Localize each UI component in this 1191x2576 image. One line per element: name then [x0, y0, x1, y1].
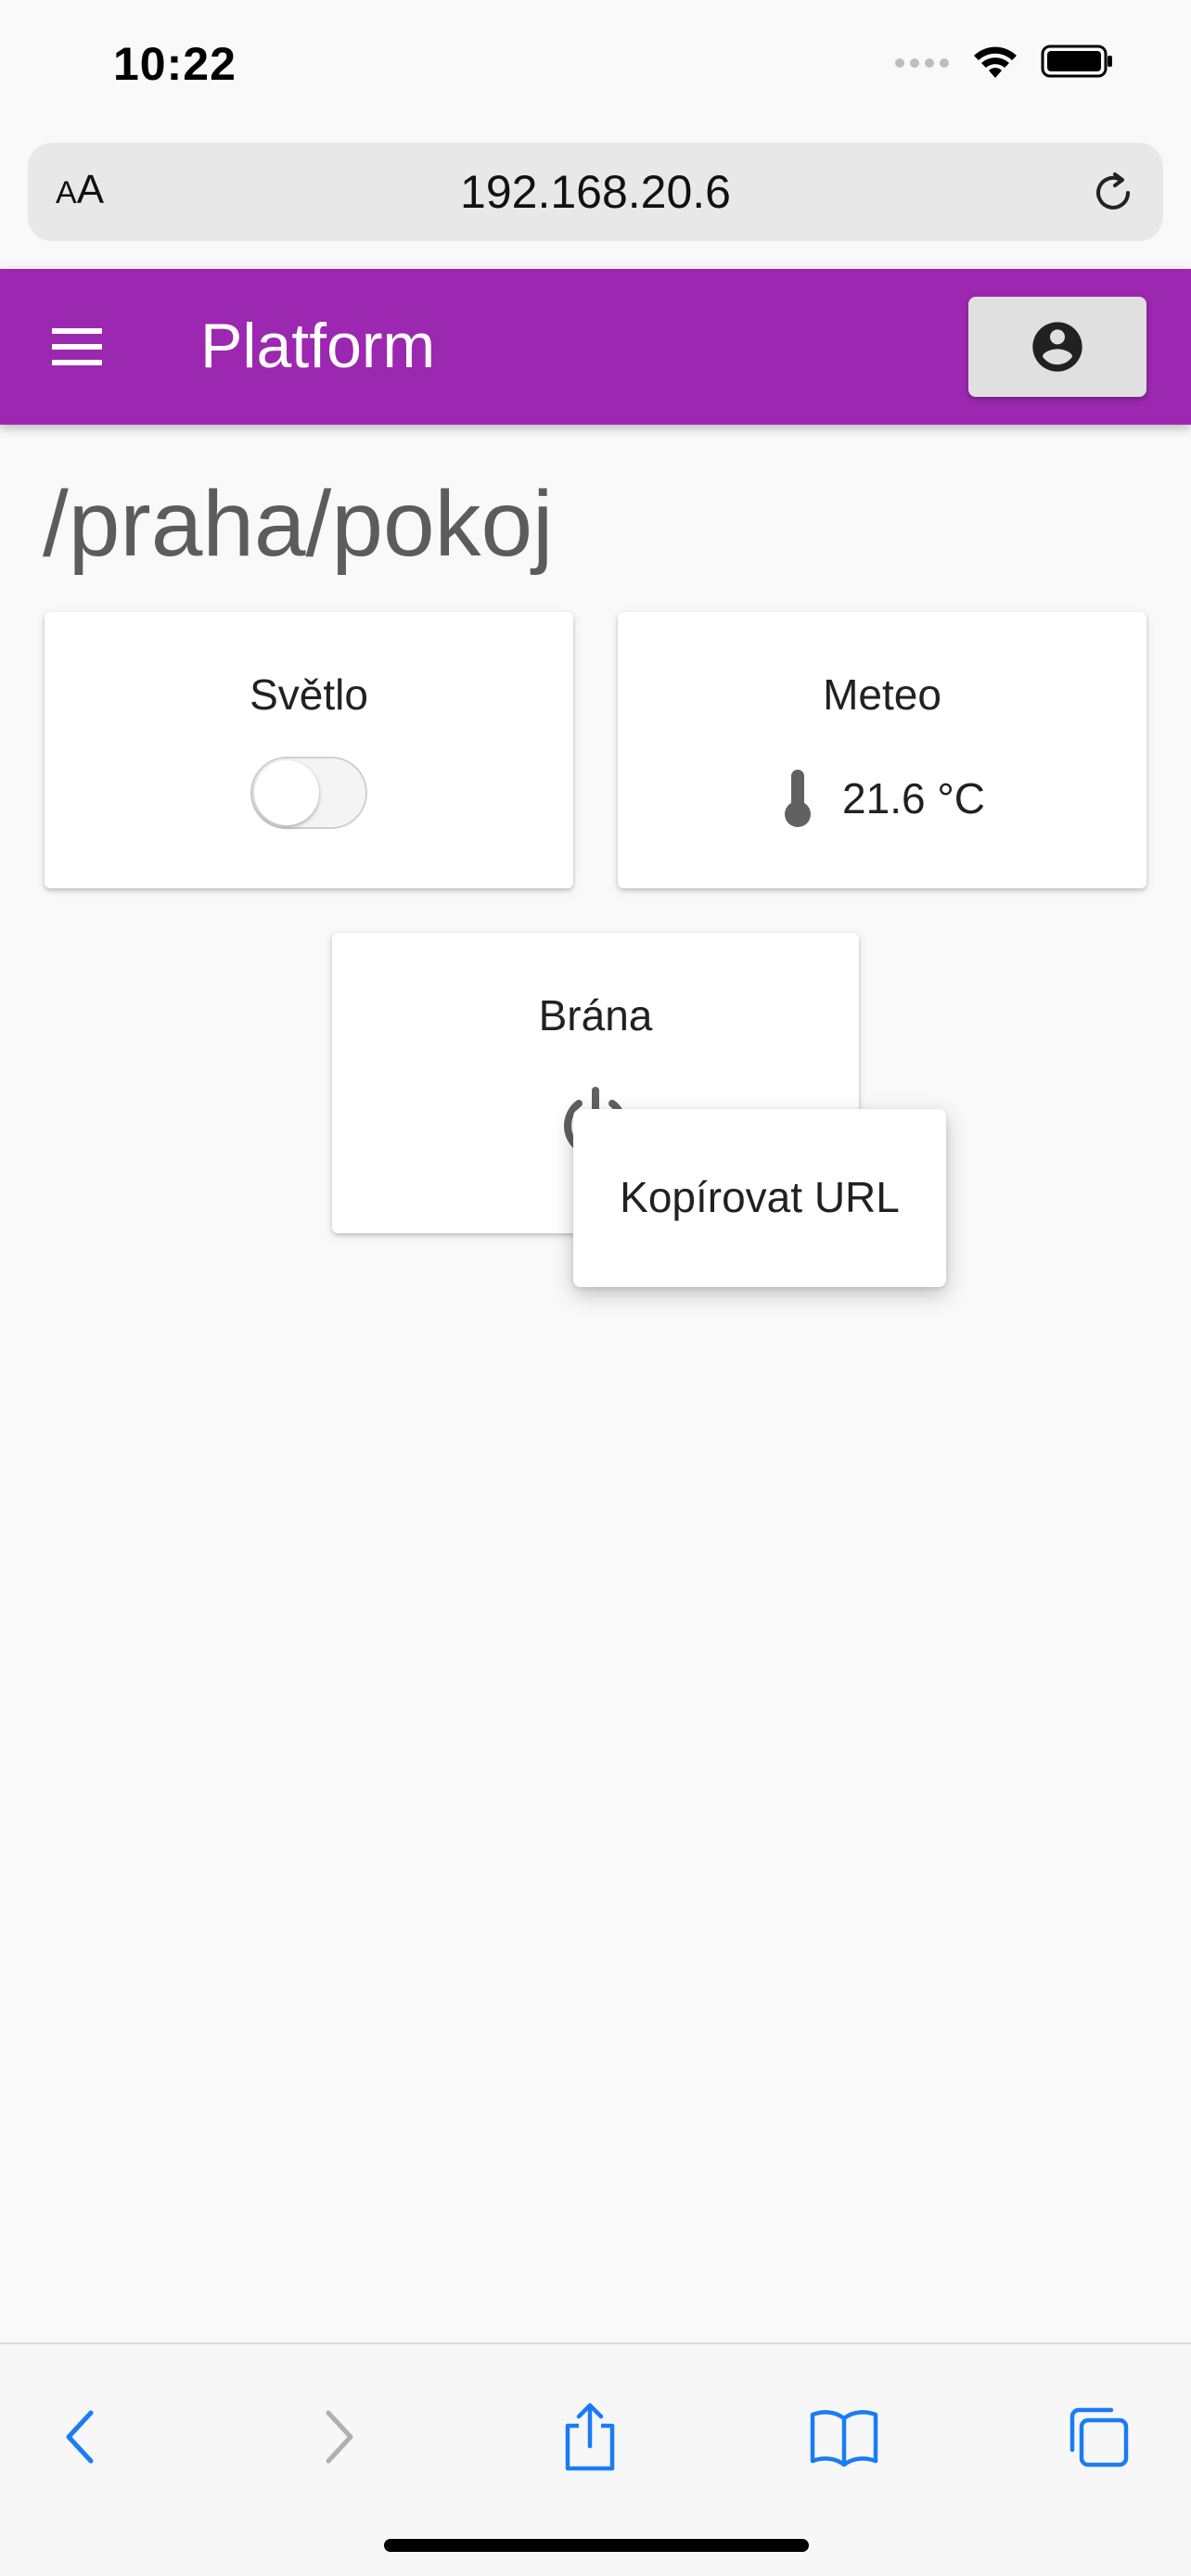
- gate-card-title: Brána: [538, 991, 653, 1039]
- meteo-card-title: Meteo: [823, 670, 941, 719]
- screen: 10:22 AA 192.168.20.6 Platform /praha/po…: [0, 0, 1191, 2576]
- share-button[interactable]: [544, 2391, 636, 2483]
- meteo-reading: 21.6 °C: [618, 768, 1146, 829]
- tabs-icon: [1069, 2407, 1129, 2468]
- light-card-title: Světlo: [250, 670, 368, 719]
- tabs-button[interactable]: [1052, 2391, 1145, 2483]
- forward-icon: [326, 2410, 353, 2464]
- cellular-signal-icon: [895, 58, 949, 68]
- home-indicator: [384, 2539, 809, 2552]
- thermometer-icon: [785, 770, 812, 827]
- light-toggle[interactable]: [250, 757, 367, 829]
- temperature-value: 21.6 °C: [842, 774, 985, 823]
- meteo-card: Meteo 21.6 °C: [618, 612, 1146, 888]
- page-title: /praha/pokoj: [43, 472, 554, 576]
- share-icon: [565, 2403, 615, 2471]
- status-bar: 10:22: [0, 0, 1191, 130]
- context-menu: Kopírovat URL: [573, 1109, 946, 1287]
- copy-url-menu-item[interactable]: Kopírovat URL: [573, 1172, 946, 1222]
- reload-icon[interactable]: [1087, 167, 1139, 219]
- status-time: 10:22: [113, 38, 237, 90]
- app-toolbar: Platform: [0, 269, 1191, 425]
- forward-button[interactable]: [293, 2391, 386, 2483]
- account-button[interactable]: [968, 297, 1146, 397]
- url-bar[interactable]: AA 192.168.20.6: [28, 143, 1163, 241]
- account-circle-icon: [1032, 322, 1082, 372]
- url-text[interactable]: 192.168.20.6: [28, 165, 1163, 219]
- toggle-thumb: [254, 760, 319, 825]
- back-icon: [66, 2410, 94, 2464]
- app-title: Platform: [200, 311, 436, 381]
- wifi-icon: [974, 46, 1017, 78]
- bookmarks-icon: [810, 2410, 878, 2467]
- menu-icon[interactable]: [46, 317, 113, 376]
- light-card: Světlo: [45, 612, 573, 888]
- battery-icon: [1041, 45, 1112, 78]
- back-button[interactable]: [33, 2391, 126, 2483]
- bookmarks-button[interactable]: [798, 2391, 890, 2483]
- status-icons: [894, 43, 1115, 80]
